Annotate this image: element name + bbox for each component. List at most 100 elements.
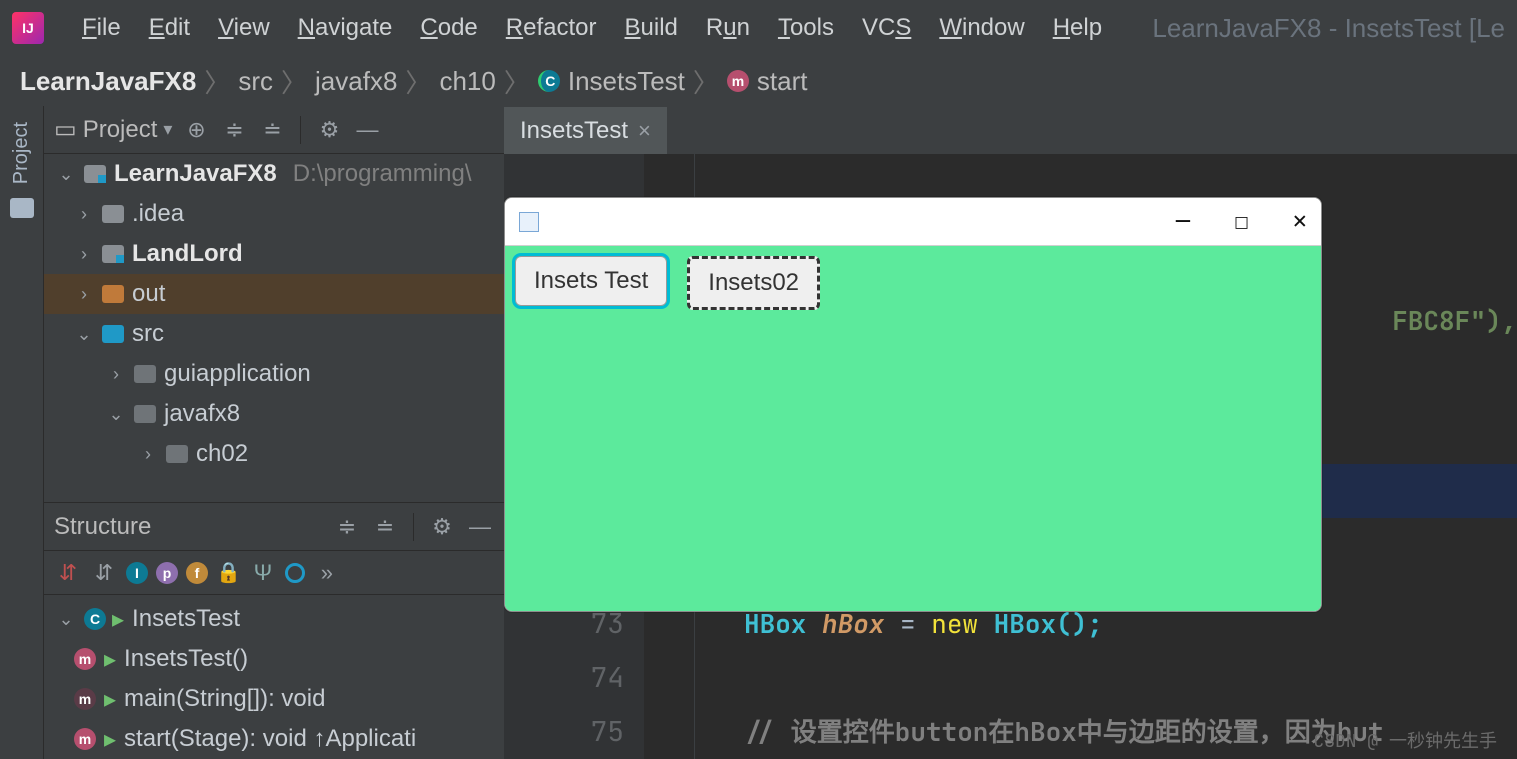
menu-view[interactable]: View <box>218 14 270 42</box>
method-static-icon: m <box>74 688 96 710</box>
menu-build[interactable]: Build <box>625 14 678 42</box>
fx-titlebar[interactable]: — ☐ ✕ <box>505 198 1321 246</box>
editor-tabs: InsetsTest × <box>504 106 1517 154</box>
crumb-class[interactable]: InsetsTest <box>568 66 685 97</box>
crumb-ch[interactable]: ch10 <box>439 66 495 97</box>
breadcrumb: LearnJavaFX8 〉 src 〉 javafx8 〉 ch10 〉 C … <box>0 56 1517 106</box>
close-icon[interactable]: ✕ <box>1293 206 1307 237</box>
insets02-button[interactable]: Insets02 <box>687 256 820 310</box>
structure-ctor[interactable]: m ▸ InsetsTest() <box>44 639 504 679</box>
gutter-project-label[interactable]: Project <box>10 122 33 184</box>
tree-ch02[interactable]: › ch02 <box>44 434 504 474</box>
runnable-icon: ▸ <box>104 725 116 754</box>
code-line-74 <box>644 651 1517 705</box>
folder-icon <box>102 205 124 223</box>
runnable-icon: ▸ <box>112 605 124 634</box>
source-folder-icon <box>102 325 124 343</box>
tree-idea[interactable]: › .idea <box>44 194 504 234</box>
watermark: CSDN @ 一秒钟先生手 <box>1313 727 1497 753</box>
left-gutter: Project <box>0 106 44 759</box>
window-title: LearnJavaFX8 - InsetsTest [Le <box>1152 13 1505 44</box>
crumb-pkg[interactable]: javafx8 <box>315 66 397 97</box>
structure-start[interactable]: m ▸ start(Stage): void ↑Applicati <box>44 719 504 759</box>
line-number: 75 <box>524 705 624 759</box>
tree-out[interactable]: › out <box>44 274 504 314</box>
tree-root[interactable]: ⌄ LearnJavaFX8 D:\programming\ <box>44 154 504 194</box>
menu-tools[interactable]: Tools <box>778 14 834 42</box>
menu-file[interactable]: File <box>82 14 121 42</box>
expand-icon[interactable]: ≑ <box>220 116 248 144</box>
show-fields-icon[interactable]: f <box>186 562 208 584</box>
menu-code[interactable]: Code <box>420 14 477 42</box>
project-panel-header: ▭ Project ▾ ⊕ ≑ ≐ ⚙ — <box>44 106 504 154</box>
class-icon: C <box>84 608 106 630</box>
module-icon <box>102 245 124 263</box>
project-view-icon: ▭ <box>54 115 77 144</box>
editor-body[interactable]: 73 74 75 FBC8F"), HBox hBox = <box>504 154 1517 759</box>
target-icon[interactable]: ⊕ <box>182 116 210 144</box>
project-panel-title[interactable]: Project <box>83 116 158 144</box>
close-icon[interactable]: × <box>638 118 651 144</box>
runnable-icon: ▸ <box>104 685 116 714</box>
line-number: 74 <box>524 651 624 705</box>
package-icon <box>134 405 156 423</box>
more-icon[interactable]: » <box>313 559 341 587</box>
structure-title: Structure <box>54 513 151 541</box>
code-fragment: FBC8F"), <box>1392 294 1517 348</box>
folder-excluded-icon <box>102 285 124 303</box>
javafx-app-window[interactable]: — ☐ ✕ Insets Test Insets02 <box>504 197 1322 612</box>
class-icon: C <box>538 70 560 92</box>
show-interfaces-icon[interactable]: I <box>126 562 148 584</box>
crumb-root[interactable]: LearnJavaFX8 <box>20 66 196 97</box>
gear-icon[interactable]: ⚙ <box>428 513 456 541</box>
gutter-folder-icon[interactable] <box>10 198 34 218</box>
module-icon <box>84 165 106 183</box>
inherit-icon[interactable]: Ψ <box>249 559 277 587</box>
method-icon: m <box>74 648 96 670</box>
fx-app-icon <box>519 212 539 232</box>
package-icon <box>166 445 188 463</box>
hide-icon[interactable]: — <box>353 116 381 144</box>
maximize-icon[interactable]: ☐ <box>1234 206 1248 237</box>
app-icon: IJ <box>12 12 44 44</box>
structure-main[interactable]: m ▸ main(String[]): void <box>44 679 504 719</box>
menu-window[interactable]: Window <box>939 14 1024 42</box>
lock-icon[interactable]: 🔒 <box>216 560 241 585</box>
insets-test-button[interactable]: Insets Test <box>515 256 667 306</box>
runnable-icon: ▸ <box>104 645 116 674</box>
menu-help[interactable]: Help <box>1053 14 1102 42</box>
method-icon: m <box>74 728 96 750</box>
menubar: IJ File Edit View Navigate Code Refactor… <box>0 0 1517 56</box>
structure-panel: Structure ≑ ≐ ⚙ — ⇵ ⇵ I p f 🔒 Ψ » <box>44 502 504 759</box>
fx-client-area: Insets Test Insets02 <box>505 246 1321 611</box>
method-icon: m <box>727 70 749 92</box>
editor-area: InsetsTest × 73 74 75 FBC8F"), <box>504 106 1517 759</box>
sort-visibility-icon[interactable]: ⇵ <box>54 559 82 587</box>
minimize-icon[interactable]: — <box>1176 206 1190 237</box>
anonymous-icon[interactable] <box>285 563 305 583</box>
menu-refactor[interactable]: Refactor <box>506 14 597 42</box>
package-icon <box>134 365 156 383</box>
tree-guiapplication[interactable]: › guiapplication <box>44 354 504 394</box>
show-properties-icon[interactable]: p <box>156 562 178 584</box>
menu-navigate[interactable]: Navigate <box>298 14 393 42</box>
tree-landlord[interactable]: › LandLord <box>44 234 504 274</box>
menu-edit[interactable]: Edit <box>149 14 190 42</box>
crumb-src[interactable]: src <box>238 66 273 97</box>
tree-src[interactable]: ⌄ src <box>44 314 504 354</box>
collapse-icon[interactable]: ≐ <box>371 513 399 541</box>
collapse-icon[interactable]: ≐ <box>258 116 286 144</box>
structure-class[interactable]: ⌄ C ▸ InsetsTest <box>44 599 504 639</box>
menu-run[interactable]: Run <box>706 14 750 42</box>
hide-icon[interactable]: — <box>466 513 494 541</box>
project-tree[interactable]: ⌄ LearnJavaFX8 D:\programming\ › .idea ›… <box>44 154 504 502</box>
tab-label: InsetsTest <box>520 117 628 145</box>
menu-vcs[interactable]: VCS <box>862 14 911 42</box>
chevron-down-icon[interactable]: ▾ <box>163 119 172 140</box>
expand-icon[interactable]: ≑ <box>333 513 361 541</box>
crumb-method[interactable]: start <box>757 66 808 97</box>
tree-javafx8[interactable]: ⌄ javafx8 <box>44 394 504 434</box>
sort-alpha-icon[interactable]: ⇵ <box>90 559 118 587</box>
gear-icon[interactable]: ⚙ <box>315 116 343 144</box>
tab-insetstest[interactable]: InsetsTest × <box>504 106 668 154</box>
